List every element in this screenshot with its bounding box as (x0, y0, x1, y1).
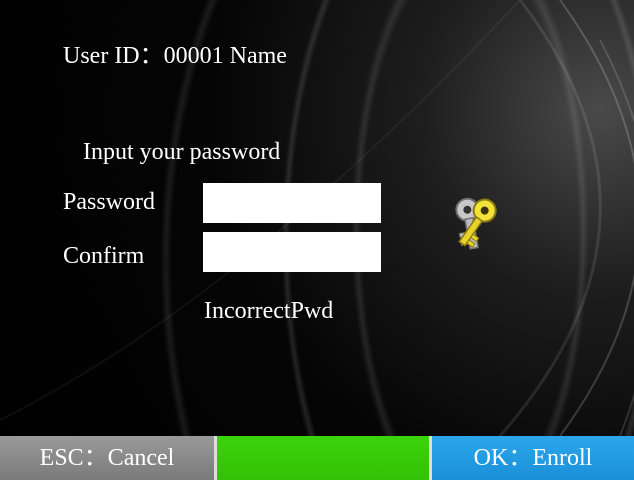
password-enroll-screen: User ID：00001 Name Input your password P… (0, 0, 634, 480)
keys-icon (455, 197, 497, 250)
confirm-password-field[interactable] (203, 232, 381, 272)
esc-cancel-button[interactable]: ESC：Cancel (0, 436, 214, 480)
middle-softkey-button[interactable] (214, 436, 432, 480)
input-password-prompt: Input your password (83, 139, 281, 165)
user-id-line: User ID：00001 Name (63, 43, 287, 69)
ok-enroll-button[interactable]: OK：Enroll (432, 436, 634, 480)
softkey-bar: ESC：Cancel OK：Enroll (0, 436, 634, 480)
password-label: Password (63, 189, 156, 215)
error-message: IncorrectPwd (204, 298, 334, 324)
password-field[interactable] (203, 183, 381, 223)
confirm-label: Confirm (63, 243, 145, 269)
